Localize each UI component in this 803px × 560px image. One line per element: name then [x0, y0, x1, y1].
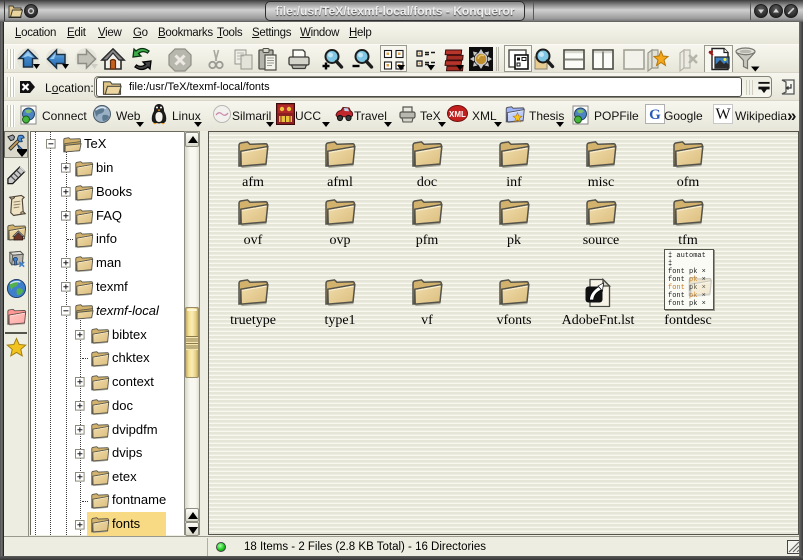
svg-text:G: G — [649, 107, 661, 123]
svg-text:W: W — [715, 106, 731, 123]
svg-text:XML: XML — [449, 110, 466, 119]
